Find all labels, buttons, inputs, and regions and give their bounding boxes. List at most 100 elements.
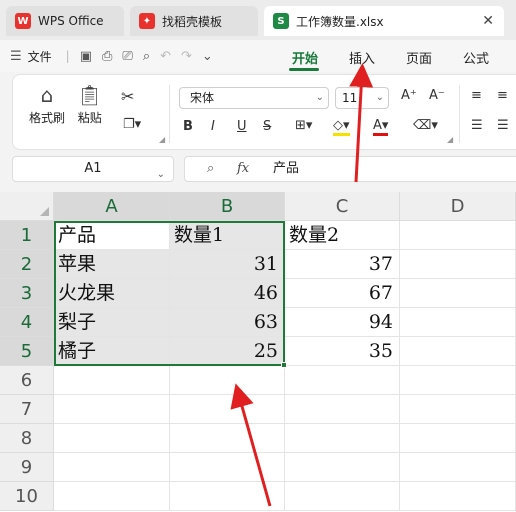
paste-button[interactable]: 📋︎ 粘贴 — [77, 83, 102, 126]
row-header-4[interactable]: 4 — [0, 308, 54, 337]
tab-workbook[interactable]: S 工作簿数量.xlsx ✕ — [264, 6, 504, 36]
bold-icon[interactable]: B — [183, 119, 193, 134]
copy-icon[interactable]: ❐▾ — [123, 117, 141, 132]
cell-c2[interactable]: 37 — [285, 250, 400, 279]
cell-d8[interactable] — [400, 424, 516, 453]
cell-d3[interactable] — [400, 279, 516, 308]
expand-icon[interactable]: ◢ — [447, 135, 453, 144]
tab-insert[interactable]: 插入 — [349, 48, 375, 67]
hamburger-menu-icon[interactable]: ☰ — [10, 49, 22, 64]
cell-a2[interactable]: 苹果 — [54, 250, 170, 279]
cut-icon[interactable]: ✂ — [121, 87, 134, 106]
chevron-down-icon[interactable]: ⌄ — [202, 49, 213, 64]
cell-c8[interactable] — [285, 424, 400, 453]
save-icon[interactable]: ▣ — [80, 49, 92, 64]
cell-b9[interactable] — [170, 453, 285, 482]
undo-icon[interactable]: ↶ — [160, 49, 171, 64]
cell-d9[interactable] — [400, 453, 516, 482]
cell-a1[interactable]: 产品 — [54, 221, 170, 250]
cell-a4[interactable]: 梨子 — [54, 308, 170, 337]
cell-a6[interactable] — [54, 366, 170, 395]
cell-d7[interactable] — [400, 395, 516, 424]
cell-a5[interactable]: 橘子 — [54, 337, 170, 366]
column-header-d[interactable]: D — [400, 192, 516, 221]
decrease-font-icon[interactable]: A⁻ — [429, 88, 445, 103]
format-painter-button[interactable]: ⌂ 格式刷 — [29, 83, 65, 126]
cell-c6[interactable] — [285, 366, 400, 395]
fx-icon[interactable]: fx — [237, 157, 249, 181]
tab-docer-templates[interactable]: ✦ 找稻壳模板 — [130, 6, 258, 36]
italic-icon[interactable]: I — [211, 119, 215, 134]
strikethrough-icon[interactable]: S — [263, 119, 271, 134]
cell-a9[interactable] — [54, 453, 170, 482]
expand-icon[interactable]: ◢ — [159, 135, 165, 144]
cell-b5[interactable]: 25 — [170, 337, 285, 366]
cell-d5[interactable] — [400, 337, 516, 366]
cell-b3[interactable]: 46 — [170, 279, 285, 308]
font-color-icon[interactable]: A▾ — [373, 118, 389, 136]
font-size-select[interactable]: 11 ⌄ — [335, 87, 389, 109]
row-header-6[interactable]: 6 — [0, 366, 54, 395]
close-icon[interactable]: ✕ — [482, 13, 494, 29]
select-all-corner[interactable] — [0, 192, 54, 221]
clear-format-icon[interactable]: ⌫▾ — [413, 118, 438, 133]
cell-b7[interactable] — [170, 395, 285, 424]
print-icon[interactable]: ⎚ — [122, 49, 132, 64]
cell-c7[interactable] — [285, 395, 400, 424]
cell-d6[interactable] — [400, 366, 516, 395]
cell-b4[interactable]: 63 — [170, 308, 285, 337]
row-header-5[interactable]: 5 — [0, 337, 54, 366]
align-middle-icon[interactable]: ≡ — [497, 88, 508, 103]
tab-home[interactable]: 开始 — [292, 48, 318, 67]
name-box[interactable]: A1 ⌄ — [12, 156, 174, 182]
border-icon[interactable]: ⊞▾ — [295, 118, 312, 133]
cell-c1[interactable]: 数量2 — [285, 221, 400, 250]
fill-color-icon[interactable]: ◇▾ — [333, 118, 350, 136]
cell-c4[interactable]: 94 — [285, 308, 400, 337]
font-name-select[interactable]: 宋体 ⌄ — [179, 87, 329, 109]
align-left-icon[interactable]: ☰ — [471, 118, 483, 133]
tab-page[interactable]: 页面 — [406, 48, 432, 67]
cell-b8[interactable] — [170, 424, 285, 453]
row-header-3[interactable]: 3 — [0, 279, 54, 308]
cell-d1[interactable] — [400, 221, 516, 250]
cell-b6[interactable] — [170, 366, 285, 395]
formula-input[interactable]: ⌕ fx 产品 — [184, 156, 516, 182]
export-icon[interactable]: ⎙ — [102, 49, 112, 64]
align-top-icon[interactable]: ≡ — [471, 88, 482, 103]
cell-a10[interactable] — [54, 482, 170, 511]
row-header-1[interactable]: 1 — [0, 221, 54, 250]
cell-b10[interactable] — [170, 482, 285, 511]
file-menu[interactable]: 文件 — [28, 48, 52, 65]
fill-handle[interactable] — [281, 362, 287, 368]
cell-c10[interactable] — [285, 482, 400, 511]
column-header-a[interactable]: A — [54, 192, 170, 221]
sheet-grid[interactable]: A B C D 1 产品 数量1 数量2 2 苹果 31 37 3 火龙果 46 67 4 梨子 63 94 5 橘子 25… — [0, 192, 516, 512]
underline-icon[interactable]: U — [237, 119, 247, 134]
row-header-9[interactable]: 9 — [0, 453, 54, 482]
row-header-10[interactable]: 10 — [0, 482, 54, 511]
zoom-search-icon[interactable]: ⌕ — [207, 157, 214, 181]
cell-c9[interactable] — [285, 453, 400, 482]
align-center-icon[interactable]: ☰ — [497, 118, 509, 133]
cell-b2[interactable]: 31 — [170, 250, 285, 279]
column-header-c[interactable]: C — [285, 192, 400, 221]
row-header-8[interactable]: 8 — [0, 424, 54, 453]
tab-formula[interactable]: 公式 — [463, 48, 489, 67]
cell-d4[interactable] — [400, 308, 516, 337]
increase-font-icon[interactable]: A⁺ — [401, 88, 417, 103]
column-header-b[interactable]: B — [170, 192, 285, 221]
cell-a8[interactable] — [54, 424, 170, 453]
redo-icon[interactable]: ↷ — [181, 49, 192, 64]
print-preview-icon[interactable]: ⌕ — [143, 49, 150, 64]
row-header-2[interactable]: 2 — [0, 250, 54, 279]
cell-d2[interactable] — [400, 250, 516, 279]
cell-c3[interactable]: 67 — [285, 279, 400, 308]
cell-c5[interactable]: 35 — [285, 337, 400, 366]
cell-d10[interactable] — [400, 482, 516, 511]
tab-wps-office[interactable]: W WPS Office — [6, 6, 124, 36]
row-header-7[interactable]: 7 — [0, 395, 54, 424]
cell-a7[interactable] — [54, 395, 170, 424]
cell-a3[interactable]: 火龙果 — [54, 279, 170, 308]
cell-b1[interactable]: 数量1 — [170, 221, 285, 250]
